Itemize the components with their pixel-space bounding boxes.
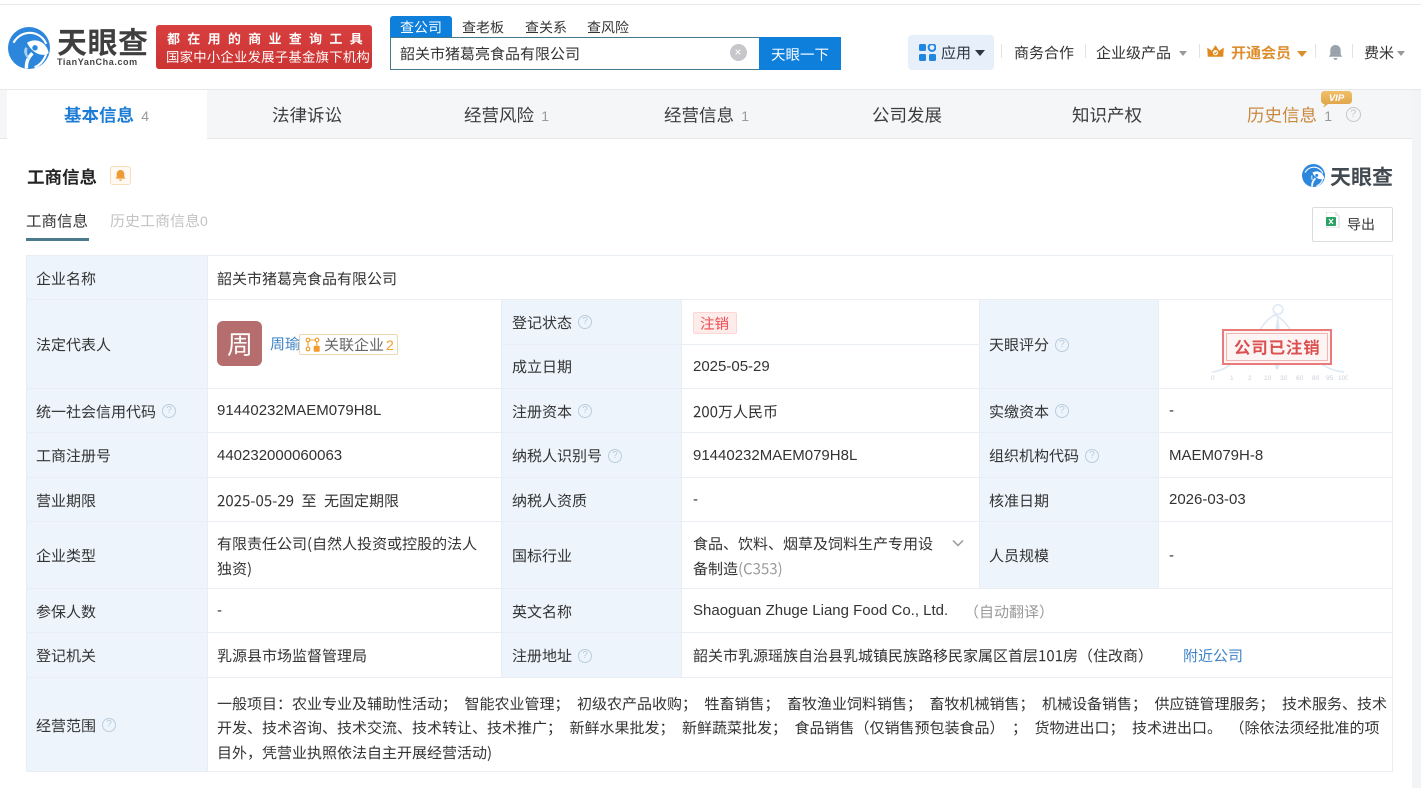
svg-text:60: 60 bbox=[1296, 375, 1304, 382]
svg-text:2: 2 bbox=[1248, 375, 1252, 382]
svg-text:100: 100 bbox=[1338, 375, 1348, 382]
svg-text:95: 95 bbox=[1326, 375, 1334, 382]
svg-text:80: 80 bbox=[1312, 375, 1320, 382]
svg-text:30: 30 bbox=[1280, 375, 1288, 382]
svg-text:1: 1 bbox=[1230, 375, 1234, 382]
svg-text:VIP: VIP bbox=[1329, 93, 1345, 104]
svg-text:0: 0 bbox=[1211, 375, 1215, 382]
svg-text:10: 10 bbox=[1264, 375, 1272, 382]
